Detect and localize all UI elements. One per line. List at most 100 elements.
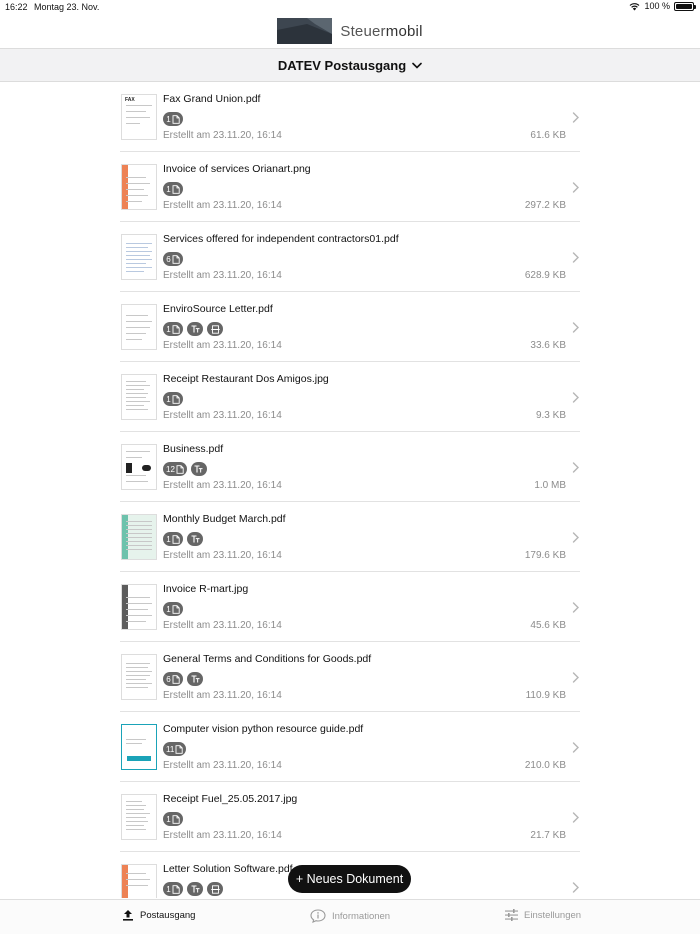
folder-selector[interactable]: DATEV Postausgang	[0, 48, 700, 82]
chevron-right-icon	[572, 672, 579, 683]
text-recognition-icon	[187, 882, 203, 896]
document-badges: 1	[163, 112, 183, 126]
document-thumbnail	[121, 234, 157, 280]
upload-icon	[123, 910, 133, 921]
document-badges: 6	[163, 672, 203, 686]
document-thumbnail: FAX	[121, 94, 157, 140]
document-badges: 1	[163, 812, 183, 826]
document-thumbnail	[121, 864, 157, 898]
text-recognition-icon	[187, 322, 203, 336]
tab-informationen[interactable]: Informationen	[310, 909, 390, 923]
page-count: 1	[166, 114, 171, 124]
document-name: Services offered for independent contrac…	[163, 233, 399, 245]
document-size: 45.6 KB	[530, 620, 566, 631]
document-row[interactable]: Receipt Restaurant Dos Amigos.jpg 1 Erstel…	[120, 362, 580, 432]
page-count: 1	[166, 394, 171, 404]
page-icon	[172, 394, 180, 404]
document-row[interactable]: Receipt Fuel_25.05.2017.jpg 1 Erstellt am …	[120, 782, 580, 852]
page-icon	[172, 814, 180, 824]
document-row[interactable]: Business.pdf 12 Erstellt am 23.11.20, 16:1…	[120, 432, 580, 502]
wifi-icon	[630, 2, 640, 10]
scan-icon	[207, 322, 223, 336]
battery-percent: 100 %	[644, 1, 670, 11]
document-row[interactable]: Computer vision python resource guide.pd…	[120, 712, 580, 782]
page-icon	[175, 744, 183, 754]
document-row[interactable]: General Terms and Conditions for Goods.p…	[120, 642, 580, 712]
chevron-right-icon	[572, 882, 579, 893]
document-size: 210.0 KB	[524, 760, 566, 771]
new-document-button[interactable]: + Neues Dokument	[288, 865, 411, 893]
document-name: Receipt Fuel_25.05.2017.jpg	[163, 793, 298, 805]
document-thumbnail	[121, 724, 157, 770]
document-thumbnail	[121, 654, 157, 700]
page-count-badge: 1	[163, 322, 183, 336]
status-bar: 16:22 Montag 23. Nov. 100 %	[0, 0, 700, 14]
document-name: EnviroSource Letter.pdf	[163, 303, 273, 315]
document-size: 179.6 KB	[524, 550, 566, 561]
page-icon	[172, 324, 180, 334]
document-row[interactable]: FAX Fax Grand Union.pdf 1 Erstellt am 23.11…	[120, 82, 580, 152]
page-icon	[172, 604, 180, 614]
page-icon	[172, 184, 180, 194]
brand-name: Steuermobil	[340, 22, 423, 40]
page-icon	[172, 884, 180, 894]
document-badges: 1	[163, 392, 183, 406]
page-count-badge: 1	[163, 182, 183, 196]
tab-bar: Postausgang Informationen Einstellungen	[0, 899, 700, 934]
document-badges: 1	[163, 602, 183, 616]
tab-postausgang[interactable]: Postausgang	[122, 909, 195, 921]
status-right: 100 %	[629, 1, 696, 11]
document-badges: 1	[163, 182, 183, 196]
document-list[interactable]: FAX Fax Grand Union.pdf 1 Erstellt am 23.11…	[120, 82, 580, 898]
document-size: 297.2 KB	[524, 200, 566, 211]
document-created: Erstellt am 23.11.20, 16:14	[163, 130, 282, 141]
document-thumbnail	[121, 164, 157, 210]
page-count-badge: 1	[163, 882, 183, 896]
chevron-right-icon	[572, 602, 579, 613]
document-row[interactable]: Monthly Budget March.pdf 1 Erstellt am 23.…	[120, 502, 580, 572]
document-badges: 12	[163, 462, 207, 476]
page-count-badge: 11	[163, 742, 187, 756]
page-count-badge: 1	[163, 602, 183, 616]
status-time: 16:22	[5, 2, 28, 12]
document-size: 628.9 KB	[524, 270, 566, 281]
document-name: Business.pdf	[163, 443, 224, 455]
document-thumbnail	[121, 304, 157, 350]
page-count-badge: 6	[163, 252, 183, 266]
chevron-right-icon	[572, 112, 579, 123]
document-created: Erstellt am 23.11.20, 16:14	[163, 410, 282, 421]
document-thumbnail	[121, 794, 157, 840]
document-name: Computer vision python resource guide.pd…	[163, 723, 364, 735]
text-recognition-icon	[190, 462, 207, 476]
document-thumbnail	[121, 514, 157, 560]
tab-postausgang-label: Postausgang	[140, 909, 196, 921]
document-created: Erstellt am 23.11.20, 16:14	[163, 270, 282, 281]
document-created: Erstellt am 23.11.20, 16:14	[163, 550, 282, 561]
tab-einstellungen-label: Einstellungen	[524, 909, 582, 921]
chevron-right-icon	[572, 392, 579, 403]
tab-einstellungen[interactable]: Einstellungen	[505, 909, 581, 921]
document-name: Receipt Restaurant Dos Amigos.jpg	[163, 373, 329, 385]
document-created: Erstellt am 23.11.20, 16:14	[163, 830, 282, 841]
page-count-badge: 1	[163, 812, 183, 826]
chevron-right-icon	[572, 532, 579, 543]
document-created: Erstellt am 23.11.20, 16:14	[163, 200, 282, 211]
steuermobil-logo-icon	[277, 18, 333, 44]
page-count: 1	[166, 884, 171, 894]
status-date: Montag 23. Nov.	[34, 2, 100, 12]
document-row[interactable]: Invoice of services Orianart.png 1 Erstell…	[120, 152, 580, 222]
page-count-badge: 1	[163, 532, 183, 546]
document-row[interactable]: Invoice R-mart.jpg 1 Erstellt am 23.11.20,…	[120, 572, 580, 642]
text-recognition-icon	[187, 672, 203, 686]
folder-title: DATEV Postausgang	[277, 57, 407, 73]
scan-icon	[207, 882, 223, 896]
document-badges: 1	[163, 882, 223, 896]
document-row[interactable]: Services offered for independent contrac…	[120, 222, 580, 292]
document-created: Erstellt am 23.11.20, 16:14	[163, 480, 282, 491]
document-thumbnail	[121, 374, 157, 420]
page-count: 1	[166, 604, 171, 614]
page-count: 6	[166, 674, 171, 684]
page-icon	[172, 534, 180, 544]
document-row[interactable]: EnviroSource Letter.pdf 1 Erstellt am 23.1…	[120, 292, 580, 362]
document-name: Invoice R-mart.jpg	[163, 583, 249, 595]
